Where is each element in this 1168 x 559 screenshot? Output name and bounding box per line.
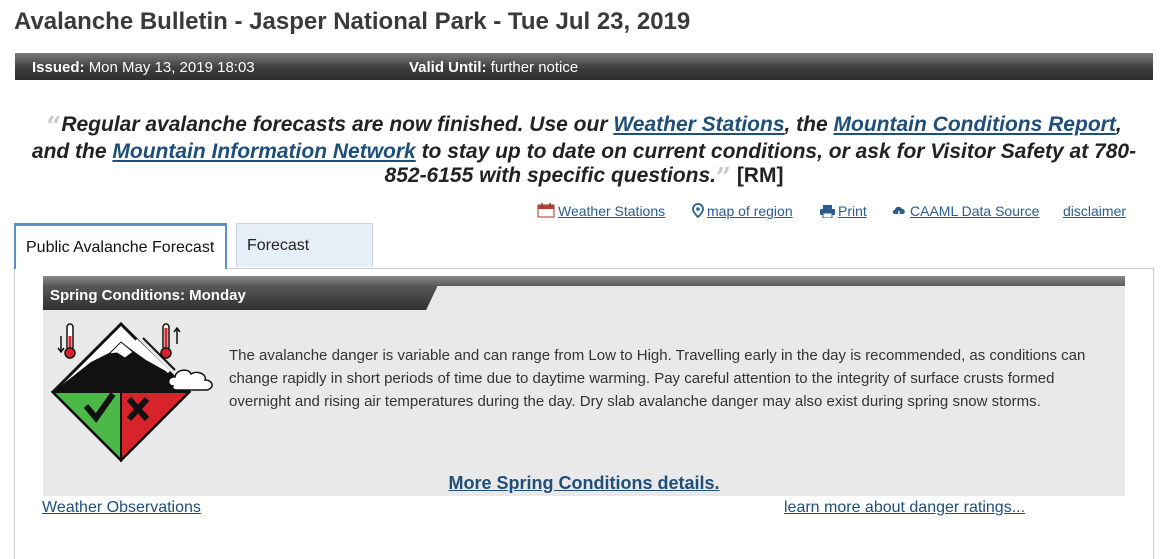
spring-conditions-icon <box>50 321 221 467</box>
open-quote-icon: “ <box>46 112 62 142</box>
issued-label: Issued: <box>32 59 85 76</box>
caaml-link[interactable]: CAAML Data Source <box>910 203 1039 219</box>
print-tool[interactable]: Print <box>820 203 867 219</box>
bulletin-quote: “Regular avalanche forecasts are now fin… <box>30 113 1138 191</box>
spring-danger-diamond-icon <box>50 321 213 463</box>
issued-bar: Issued: Mon May 13, 2019 18:03 Valid Unt… <box>15 53 1153 80</box>
weather-stations-tool-link[interactable]: Weather Stations <box>558 203 665 219</box>
tab-public-avalanche-forecast[interactable]: Public Avalanche Forecast <box>14 223 227 269</box>
cloud-download-icon <box>892 206 905 218</box>
tab-forecast-details[interactable]: Forecast Details <box>236 223 373 298</box>
issued-value: Mon May 13, 2019 18:03 <box>88 59 255 76</box>
close-quote-icon: ” <box>716 163 731 193</box>
map-of-region-link[interactable]: map of region <box>707 203 793 219</box>
map-marker-icon <box>692 203 704 219</box>
spring-conditions-title: Spring Conditions: Monday <box>50 287 246 304</box>
more-spring-conditions-link[interactable]: More Spring Conditions details. <box>448 473 719 493</box>
map-tool[interactable]: map of region <box>692 203 793 219</box>
quote-author: [RM] <box>736 164 784 187</box>
more-spring-conditions: More Spring Conditions details. <box>43 473 1125 494</box>
mountain-conditions-report-link[interactable]: Mountain Conditions Report <box>834 113 1116 136</box>
weather-stations-link[interactable]: Weather Stations <box>613 113 784 136</box>
disclaimer-link[interactable]: disclaimer <box>1063 203 1126 219</box>
caaml-tool[interactable]: CAAML Data Source <box>891 203 1039 219</box>
quote-text-1: Regular avalanche forecasts are now fini… <box>61 113 614 136</box>
print-link[interactable]: Print <box>838 203 867 219</box>
spring-conditions-panel: Spring Conditions: Monday The avalanche … <box>43 276 1125 496</box>
issued-info: Issued: Mon May 13, 2019 18:03 <box>32 59 255 76</box>
learn-more-danger-ratings-link[interactable]: learn more about danger ratings... <box>784 499 1025 517</box>
calendar-icon <box>537 203 555 218</box>
printer-icon <box>820 205 835 219</box>
spring-conditions-header: Spring Conditions: Monday <box>43 276 1125 310</box>
quote-text-2: , the <box>784 113 834 136</box>
weather-observations-link[interactable]: Weather Observations <box>42 499 201 517</box>
spring-conditions-text: The avalanche danger is variable and can… <box>229 347 1086 410</box>
valid-label: Valid Until: <box>409 59 487 76</box>
mountain-information-network-link[interactable]: Mountain Information Network <box>112 140 415 163</box>
disclaimer-tool[interactable]: disclaimer <box>1063 203 1126 219</box>
valid-value: further notice <box>490 59 579 76</box>
page-title: Avalanche Bulletin - Jasper National Par… <box>14 8 691 35</box>
valid-info: Valid Until: further notice <box>409 59 578 76</box>
weather-stations-tool[interactable]: Weather Stations <box>537 203 665 219</box>
